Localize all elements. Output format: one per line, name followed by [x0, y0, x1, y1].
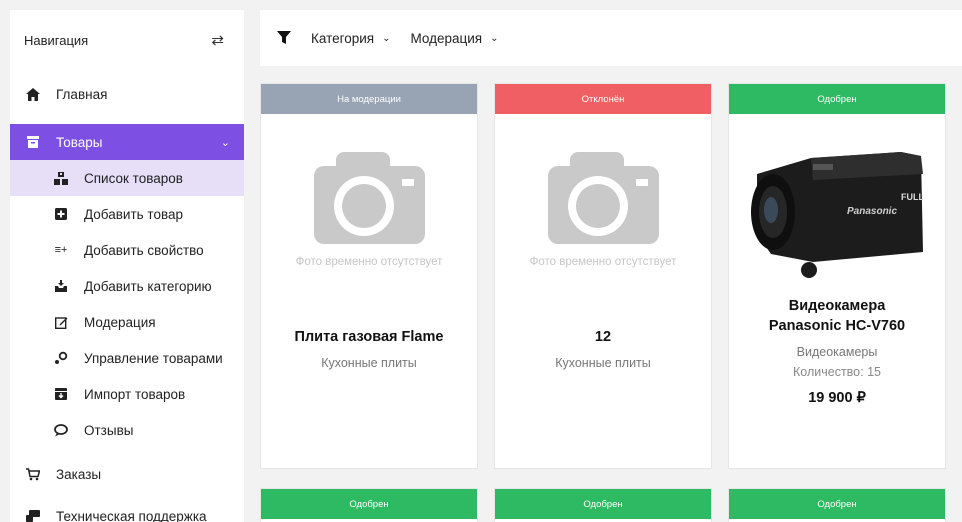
sidebar-item-label: Товары — [56, 134, 103, 150]
sidebar-subitem-label: Управление товарами — [84, 350, 223, 366]
chevron-down-icon: ⌄ — [490, 32, 499, 44]
svg-text:FULL H: FULL H — [901, 192, 923, 202]
product-card[interactable]: Отклонён Фото временно отсутствует 12 Ку… — [494, 83, 712, 469]
status-badge: Одобрен — [729, 489, 945, 519]
sidebar-item-label: Техническая поддержка — [56, 508, 207, 522]
sidebar-subitem-add-property[interactable]: ≡+ Добавить свойство — [10, 232, 244, 268]
sidebar-subitem-label: Добавить товар — [84, 206, 183, 222]
sidebar-subitem-moderation[interactable]: Модерация — [10, 304, 244, 340]
sidebar-subitem-label: Добавить свойство — [84, 242, 204, 258]
sidebar-title: Навигация — [24, 32, 89, 48]
add-property-icon: ≡+ — [54, 244, 68, 256]
moderation-filter-label: Модерация — [410, 30, 483, 46]
product-price: 19 900 ₽ — [808, 390, 866, 406]
sidebar-subitem-add-category[interactable]: Добавить категорию — [10, 268, 244, 304]
no-photo-text: Фото временно отсутствует — [295, 256, 443, 268]
moderation-filter-dropdown[interactable]: Модерация ⌄ — [411, 31, 499, 46]
boxes-icon — [52, 171, 70, 185]
sidebar-header: Навигация ⇄ — [10, 10, 244, 70]
sidebar-subitem-label: Добавить категорию — [84, 278, 212, 294]
filter-bar: Категория ⌄ Модерация ⌄ — [260, 10, 962, 66]
sidebar-item-orders[interactable]: Заказы — [10, 456, 244, 492]
product-name[interactable]: 12 — [595, 327, 611, 347]
sidebar-subitem-manage-products[interactable]: Управление товарами — [10, 340, 244, 376]
status-badge: Одобрен — [729, 84, 945, 114]
support-icon — [24, 509, 42, 522]
status-badge: Одобрен — [261, 489, 477, 519]
cart-icon — [24, 467, 42, 481]
product-card[interactable]: Одобрен — [728, 488, 946, 522]
sidebar-subitem-reviews[interactable]: Отзывы — [10, 412, 244, 448]
archive-icon — [24, 136, 42, 148]
status-badge: На модерации — [261, 84, 477, 114]
sidebar-subitem-import[interactable]: Импорт товаров — [10, 376, 244, 412]
product-name[interactable]: Видеокамера Panasonic HC-V760 — [752, 296, 922, 336]
product-category: Кухонные плиты — [555, 356, 651, 370]
category-filter-dropdown[interactable]: Категория ⌄ — [311, 31, 391, 46]
sidebar-item-support[interactable]: Техническая поддержка — [10, 498, 244, 522]
product-category: Кухонные плиты — [321, 356, 417, 370]
edit-icon — [52, 316, 70, 329]
sidebar-subitem-product-list[interactable]: Список товаров — [10, 160, 244, 196]
product-card[interactable]: Одобрен Panasonic FULL H Видеокамера Pan… — [728, 83, 946, 469]
filter-icon — [277, 31, 291, 45]
chevron-down-icon: ⌄ — [220, 136, 230, 149]
product-card[interactable]: На модерации Фото временно отсутствует П… — [260, 83, 478, 469]
sidebar-subitem-label: Модерация — [84, 314, 156, 330]
camera-placeholder-icon — [547, 152, 659, 244]
home-icon — [24, 87, 42, 101]
sidebar-item-home[interactable]: Главная — [10, 76, 244, 112]
category-filter-label: Категория — [311, 30, 375, 46]
sidebar: Навигация ⇄ Главная Товары ⌄ Список това… — [10, 10, 244, 522]
import-icon — [52, 388, 70, 400]
status-badge: Отклонён — [495, 84, 711, 114]
chevron-down-icon: ⌄ — [382, 32, 391, 44]
status-badge: Одобрен — [495, 489, 711, 519]
sidebar-subitem-add-product[interactable]: Добавить товар — [10, 196, 244, 232]
plus-square-icon — [52, 208, 70, 220]
svg-text:Panasonic: Panasonic — [847, 206, 897, 217]
sidebar-subitem-label: Импорт товаров — [84, 386, 186, 402]
product-card[interactable]: Одобрен — [260, 488, 478, 522]
manage-icon — [52, 351, 70, 365]
sidebar-item-label: Заказы — [56, 466, 102, 482]
product-category: Видеокамеры — [796, 345, 878, 359]
sidebar-subitem-label: Отзывы — [84, 422, 134, 438]
add-category-icon — [52, 279, 70, 293]
no-photo-text: Фото временно отсутствует — [529, 256, 677, 268]
product-quantity: Количество: 15 — [793, 365, 881, 379]
sidebar-subitem-label: Список товаров — [84, 170, 183, 186]
swap-arrows-icon[interactable]: ⇄ — [211, 31, 224, 49]
product-card[interactable]: Одобрен — [494, 488, 712, 522]
reviews-icon — [52, 423, 70, 437]
product-image[interactable]: Panasonic FULL H — [751, 134, 933, 290]
sidebar-item-products[interactable]: Товары ⌄ — [10, 124, 244, 160]
camera-placeholder-icon — [313, 152, 425, 244]
sidebar-item-label: Главная — [56, 86, 108, 102]
product-name[interactable]: Плита газовая Flame — [295, 327, 444, 347]
